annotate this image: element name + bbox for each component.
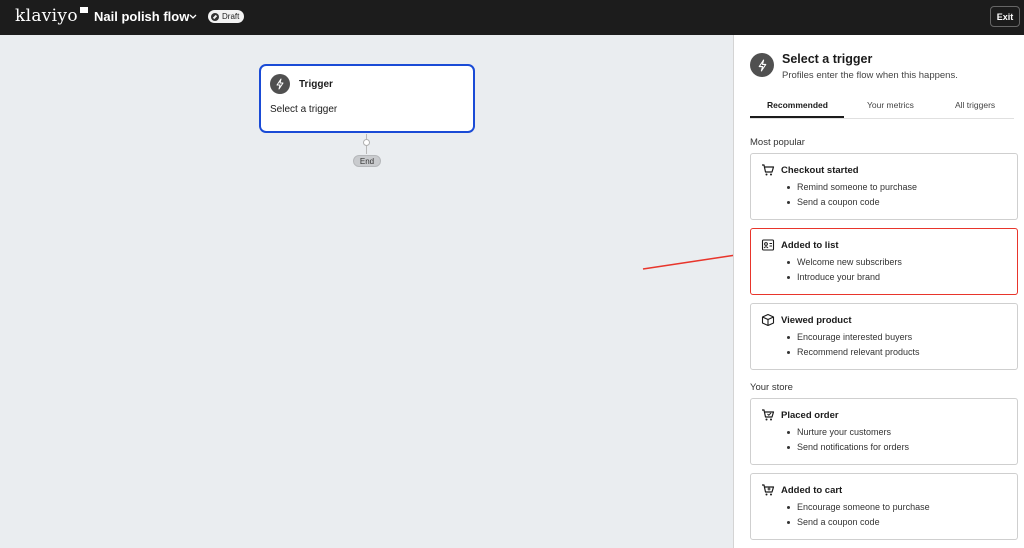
section-label-most-popular: Most popular [750,137,805,148]
tab-your-metrics[interactable]: Your metrics [867,100,914,110]
card-bullets: Remind someone to purchase Send a coupon… [787,180,917,210]
card-title: Checkout started [781,165,859,176]
list-item: Introduce your brand [787,270,902,285]
card-bullets: Encourage interested buyers Recommend re… [787,330,920,360]
list-icon [761,239,775,251]
card-bullets: Encourage someone to purchase Send a cou… [787,500,930,530]
tab-recommended[interactable]: Recommended [767,100,828,110]
card-title: Added to list [781,240,839,251]
list-item: Welcome new subscribers [787,255,902,270]
klaviyo-logo[interactable]: klaviyo [15,6,88,26]
cart-plus-icon [762,484,775,496]
list-item: Remind someone to purchase [787,180,917,195]
tab-all-triggers[interactable]: All triggers [955,100,995,110]
chevron-down-icon[interactable] [188,9,198,23]
card-title: Placed order [781,410,839,421]
trigger-node-title: Trigger [299,79,333,90]
trigger-card-placed-order[interactable]: Placed order Nurture your customers Send… [750,398,1018,465]
cart-icon [762,164,775,176]
end-node: End [353,155,381,167]
status-badge-label: Draft [222,12,240,21]
card-bullets: Nurture your customers Send notification… [787,425,909,455]
trigger-card-viewed-product[interactable]: Viewed product Encourage interested buye… [750,303,1018,370]
trigger-panel: Select a trigger Profiles enter the flow… [733,35,1024,548]
trigger-card-added-to-cart[interactable]: Added to cart Encourage someone to purch… [750,473,1018,540]
flow-title[interactable]: Nail polish flow [94,9,189,24]
add-step-dot[interactable] [363,139,370,146]
list-item: Send notifications for orders [787,440,909,455]
list-item: Recommend relevant products [787,345,920,360]
lightning-icon [270,74,290,94]
list-item: Send a coupon code [787,515,930,530]
exit-button[interactable]: Exit [990,6,1020,27]
section-label-your-store: Your store [750,382,793,393]
tabs-divider [750,118,1014,119]
trigger-node[interactable]: Trigger Select a trigger [259,64,475,133]
trigger-card-checkout-started[interactable]: Checkout started Remind someone to purch… [750,153,1018,220]
trigger-node-subtitle: Select a trigger [270,104,338,115]
top-bar: klaviyo Nail polish flow Draft Exit [0,0,1024,35]
trigger-tabs: Recommended Your metrics All triggers [750,95,1014,118]
status-badge: Draft [208,10,245,23]
list-item: Encourage someone to purchase [787,500,930,515]
list-item: Nurture your customers [787,425,909,440]
box-icon [761,313,775,327]
card-title: Viewed product [781,315,852,326]
bag-icon [762,409,775,421]
card-title: Added to cart [781,485,843,496]
lightning-icon [750,53,774,77]
panel-subtitle: Profiles enter the flow when this happen… [782,70,958,81]
logo-text: klaviyo [15,6,78,26]
list-item: Send a coupon code [787,195,917,210]
trigger-card-added-to-list[interactable]: Added to list Welcome new subscribers In… [750,228,1018,295]
panel-title: Select a trigger [782,52,873,66]
card-bullets: Welcome new subscribers Introduce your b… [787,255,902,285]
draft-status-icon [211,12,219,21]
logo-flag-icon [79,7,88,13]
list-item: Encourage interested buyers [787,330,920,345]
